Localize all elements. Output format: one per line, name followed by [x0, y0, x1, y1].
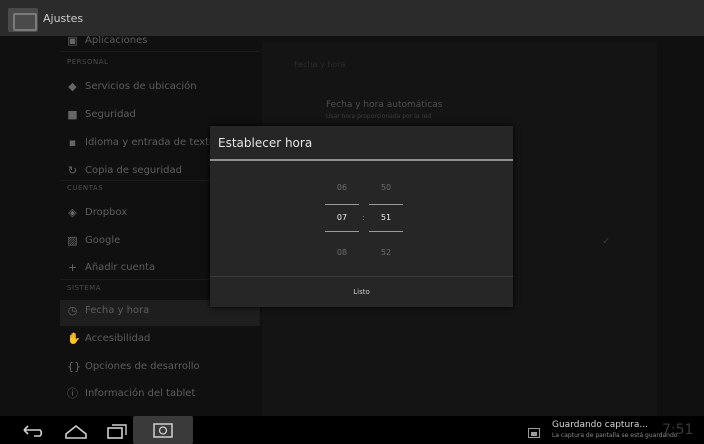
sidebar-item-accesibilidad[interactable]: ✋ Accesibilidad	[60, 328, 260, 354]
home-icon[interactable]	[56, 416, 96, 444]
hour-next[interactable]: 08	[327, 248, 357, 257]
app-title: Ajustes	[43, 12, 84, 25]
hour-current[interactable]: 07	[327, 213, 357, 222]
minute-current[interactable]: 51	[371, 213, 401, 222]
sidebar-item-label: Copia de seguridad	[85, 165, 182, 176]
google-icon: ▨	[67, 234, 78, 247]
action-bar: Ajustes	[0, 0, 704, 36]
set-time-dialog: Establecer hora 06 07 08 : 50 51 52 List…	[210, 126, 513, 307]
plus-icon: +	[67, 261, 78, 274]
sidebar-item-label: Fecha y hora	[85, 305, 150, 316]
screenshot-notification[interactable]: Guardando captura... La captura de panta…	[520, 420, 704, 444]
notification-subtitle: La captura de pantalla se está guardando	[552, 432, 678, 439]
screenshot-icon[interactable]	[133, 416, 193, 444]
detail-title: Fecha y hora	[294, 60, 346, 69]
section-header-personal: PERSONAL	[67, 58, 109, 66]
notification-title: Guardando captura...	[552, 420, 648, 430]
section-header-sistema: SISTEMA	[67, 284, 101, 292]
sidebar-item-label: Añadir cuenta	[85, 262, 156, 273]
sidebar-item-desarrollo[interactable]: {} Opciones de desarrollo	[60, 356, 260, 382]
info-icon: ⓘ	[67, 387, 78, 400]
picker-line	[325, 231, 359, 232]
time-separator: :	[362, 213, 365, 222]
sidebar-item-label: Opciones de desarrollo	[85, 361, 200, 372]
dialog-title: Establecer hora	[218, 136, 313, 150]
dropbox-icon: ◈	[68, 206, 77, 219]
sidebar-item-label: Aplicaciones	[85, 36, 148, 46]
braces-icon: {}	[67, 360, 81, 373]
picker-line	[325, 204, 359, 205]
divider	[60, 51, 260, 52]
apps-icon: ▣	[67, 36, 78, 47]
auto-time-label[interactable]: Fecha y hora automáticas	[326, 100, 442, 110]
location-icon: ◆	[68, 80, 77, 93]
sidebar-item-label: Google	[85, 235, 121, 246]
hand-icon: ✋	[67, 332, 81, 345]
back-icon[interactable]	[14, 416, 54, 444]
section-header-cuentas: CUENTAS	[67, 184, 104, 192]
status-clock: 7:51	[662, 422, 694, 438]
sidebar-item-label: Dropbox	[85, 207, 128, 218]
backup-icon: ↻	[67, 164, 78, 177]
recent-apps-icon[interactable]	[98, 416, 134, 444]
picker-line	[369, 231, 403, 232]
sidebar-item-label: Información del tablet	[85, 388, 196, 399]
minute-prev[interactable]: 50	[371, 183, 401, 192]
sidebar-item-label: Seguridad	[85, 109, 136, 120]
image-icon	[528, 428, 540, 438]
lock-icon: ■	[67, 108, 78, 121]
keyboard-icon: ▪	[68, 136, 77, 149]
done-button[interactable]: Listo	[210, 277, 513, 307]
dialog-divider	[210, 159, 513, 161]
sidebar-item-aplicaciones[interactable]: ▣ Aplicaciones	[60, 36, 260, 56]
sidebar-item-label: Idioma y entrada de texto	[85, 137, 216, 148]
clock-icon: ◷	[67, 304, 78, 317]
checkmark-icon[interactable]: ✓	[602, 236, 610, 247]
minute-next[interactable]: 52	[371, 248, 401, 257]
sidebar-item-ubicacion[interactable]: ◆ Servicios de ubicación	[60, 76, 260, 102]
hour-prev[interactable]: 06	[327, 183, 357, 192]
sidebar-item-label: Servicios de ubicación	[85, 81, 197, 92]
settings-app-icon[interactable]	[8, 8, 38, 32]
sidebar-item-info-tablet[interactable]: ⓘ Información del tablet	[60, 383, 260, 409]
auto-time-summary: Usar hora proporcionada por la red	[326, 113, 432, 120]
picker-line	[369, 204, 403, 205]
sidebar-item-label: Accesibilidad	[85, 333, 151, 344]
